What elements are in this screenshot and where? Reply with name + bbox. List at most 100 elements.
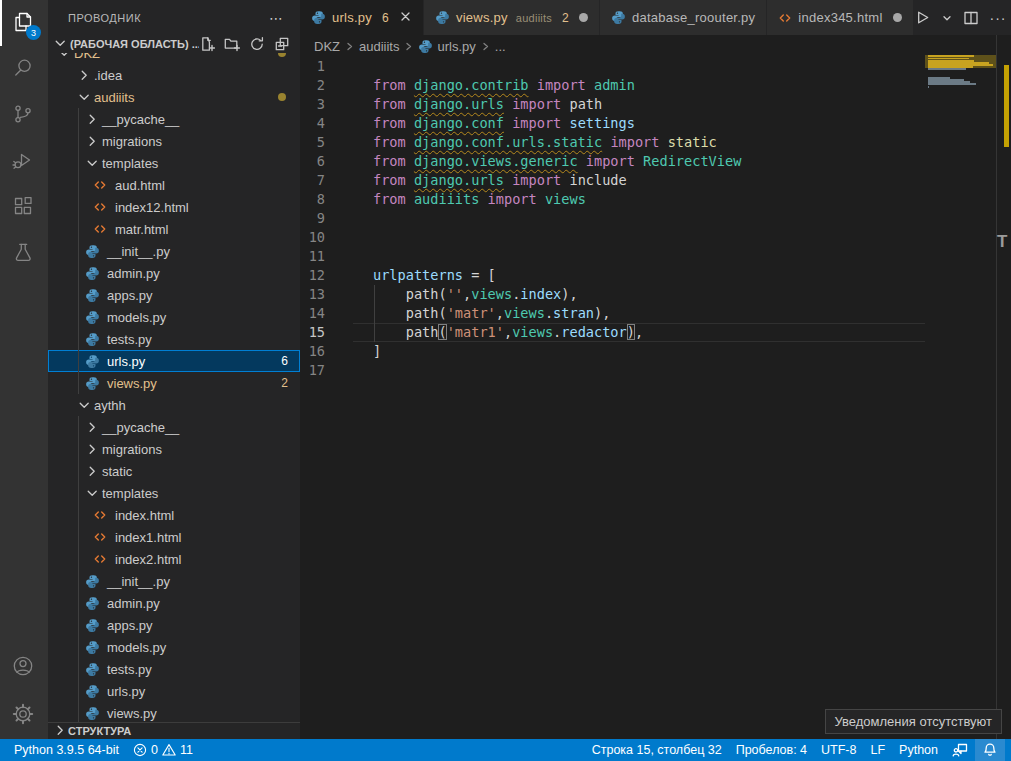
tree-item-templates[interactable]: templates	[48, 152, 300, 174]
chevron-right-icon	[403, 41, 414, 52]
chevron-right-icon	[480, 41, 491, 52]
minimap[interactable]	[925, 35, 996, 739]
tree-item-migrations[interactable]: migrations	[48, 130, 300, 152]
modified-dot-icon	[579, 13, 588, 22]
breadcrumb-item-...[interactable]: ...	[495, 39, 506, 54]
tree-item-apps.py[interactable]: apps.py	[48, 284, 300, 306]
line-number: 6	[300, 152, 325, 171]
status-problems[interactable]: 011	[126, 739, 200, 761]
account-icon[interactable]	[0, 643, 48, 691]
tree-item-tests.py[interactable]: tests.py	[48, 328, 300, 350]
code-editor[interactable]: 12from django.contrib import admin3from …	[300, 57, 1011, 739]
new-file-icon[interactable]	[199, 36, 215, 52]
code-line-15: path('matr1',views.redactor),	[373, 323, 643, 342]
tree-item-apps.py[interactable]: apps.py	[48, 614, 300, 636]
run-debug-icon[interactable]	[0, 138, 48, 184]
tree-item-models.py[interactable]: models.py	[48, 636, 300, 658]
collapse-all-icon[interactable]	[274, 36, 290, 52]
outline-section-header[interactable]: СТРУКТУРА	[48, 722, 300, 739]
status-item[interactable]: Пробелов: 4	[729, 739, 814, 761]
explorer-more-icon[interactable]: ⋯	[269, 10, 284, 26]
line-number: 7	[300, 171, 325, 190]
tree-item-urls.py[interactable]: urls.py6	[48, 350, 300, 372]
tab-index345.html[interactable]: index345.html	[767, 0, 912, 35]
line-number: 13	[300, 285, 325, 304]
html-file-icon	[92, 199, 108, 215]
current-line-highlight	[353, 323, 925, 324]
activity-bar: 3	[0, 0, 48, 739]
git-modified-dot	[278, 93, 286, 101]
tree-item-index12.html[interactable]: index12.html	[48, 196, 300, 218]
tree-item-admin.py[interactable]: admin.py	[48, 592, 300, 614]
html-file-icon	[92, 177, 108, 193]
tree-item-templates[interactable]: templates	[48, 482, 300, 504]
code-line-13: path('',views.index),	[373, 285, 578, 304]
extensions-icon[interactable]	[0, 184, 48, 230]
status-item[interactable]: Python	[892, 739, 945, 761]
breadcrumb-item-urls.py[interactable]: urls.py	[418, 39, 475, 54]
refresh-icon[interactable]	[249, 36, 265, 52]
workspace-section-header[interactable]: (РАБОЧАЯ ОБЛАСТЬ) ...	[48, 35, 300, 53]
tree-item-static[interactable]: static	[48, 460, 300, 482]
file-tree: DKZ.ideaaudiiits__pycache__migrationstem…	[48, 35, 300, 722]
tree-item-aud.html[interactable]: aud.html	[48, 174, 300, 196]
tree-item-__init__.py[interactable]: __init__.py	[48, 570, 300, 592]
tab-views.py[interactable]: views.pyaudiiits2	[424, 0, 599, 35]
files-icon[interactable]: 3	[0, 0, 48, 46]
tree-item-audiiits[interactable]: audiiits	[48, 86, 300, 108]
outline-label: СТРУКТУРА	[68, 725, 131, 737]
tree-item-__init__.py[interactable]: __init__.py	[48, 240, 300, 262]
close-icon[interactable]	[399, 10, 412, 26]
indent-guide	[374, 285, 375, 342]
tree-item-index1.html[interactable]: index1.html	[48, 526, 300, 548]
python-file-icon	[84, 331, 100, 347]
tree-item-__pycache__[interactable]: __pycache__	[48, 416, 300, 438]
breadcrumb-item-audiiits[interactable]: audiiits	[359, 39, 399, 54]
search-icon[interactable]	[0, 46, 48, 92]
vscode-window: 3 ПРОВОДНИК ⋯ DKZ.ideaaudiiits__pycache_…	[0, 0, 1011, 761]
tree-item-admin.py[interactable]: admin.py	[48, 262, 300, 284]
indent-guide	[78, 416, 79, 722]
tree-item-index2.html[interactable]: index2.html	[48, 548, 300, 570]
tree-item-views.py[interactable]: views.py	[48, 702, 300, 722]
status-item[interactable]: Строка 15, столбец 32	[585, 739, 729, 761]
tree-item-.idea[interactable]: .idea	[48, 64, 300, 86]
chevron-right-icon	[84, 111, 100, 127]
tree-item-matr.html[interactable]: matr.html	[48, 218, 300, 240]
status-item[interactable]: LF	[863, 739, 892, 761]
tree-item-tests.py[interactable]: tests.py	[48, 658, 300, 680]
tree-item-migrations[interactable]: migrations	[48, 438, 300, 460]
tree-item-urls.py[interactable]: urls.py	[48, 680, 300, 702]
new-folder-icon[interactable]	[224, 36, 240, 52]
tree-item-views.py[interactable]: views.py2	[48, 372, 300, 394]
tree-item-__pycache__[interactable]: __pycache__	[48, 108, 300, 130]
chevron-right-icon	[84, 419, 100, 435]
testing-icon[interactable]	[0, 230, 48, 276]
line-number: 16	[300, 342, 325, 361]
status-item[interactable]: UTF-8	[814, 739, 863, 761]
current-line-highlight	[353, 341, 925, 342]
breadcrumb[interactable]: DKZ audiiits urls.py...	[300, 35, 1011, 57]
run-button[interactable]	[914, 9, 931, 26]
tree-item-models.py[interactable]: models.py	[48, 306, 300, 328]
tab-database_roouter.py[interactable]: database_roouter.py	[600, 0, 766, 35]
run-dropdown-icon[interactable]	[942, 13, 952, 23]
status-python-version[interactable]: Python 3.9.5 64-bit	[7, 739, 126, 761]
python-file-icon	[84, 617, 100, 633]
split-editor-icon[interactable]	[963, 10, 979, 26]
chevron-down-icon	[84, 485, 100, 501]
tree-item-index.html[interactable]: index.html	[48, 504, 300, 526]
code-line-8: from audiiits import views	[373, 190, 586, 209]
error-icon	[133, 743, 147, 757]
breadcrumb-item-DKZ[interactable]: DKZ	[314, 39, 340, 54]
bell-icon[interactable]	[975, 739, 1005, 761]
source-control-icon[interactable]	[0, 92, 48, 138]
git-changes-badge: 2	[281, 376, 288, 390]
more-actions-icon[interactable]: ···	[990, 10, 1007, 26]
code-line-2: from django.contrib import admin	[373, 76, 635, 95]
tree-item-aythh[interactable]: aythh	[48, 394, 300, 416]
tab-urls.py[interactable]: urls.py6	[300, 0, 423, 35]
settings-gear-icon[interactable]	[0, 691, 48, 739]
chevron-down-icon	[76, 397, 92, 413]
feedback-icon[interactable]	[945, 739, 975, 761]
